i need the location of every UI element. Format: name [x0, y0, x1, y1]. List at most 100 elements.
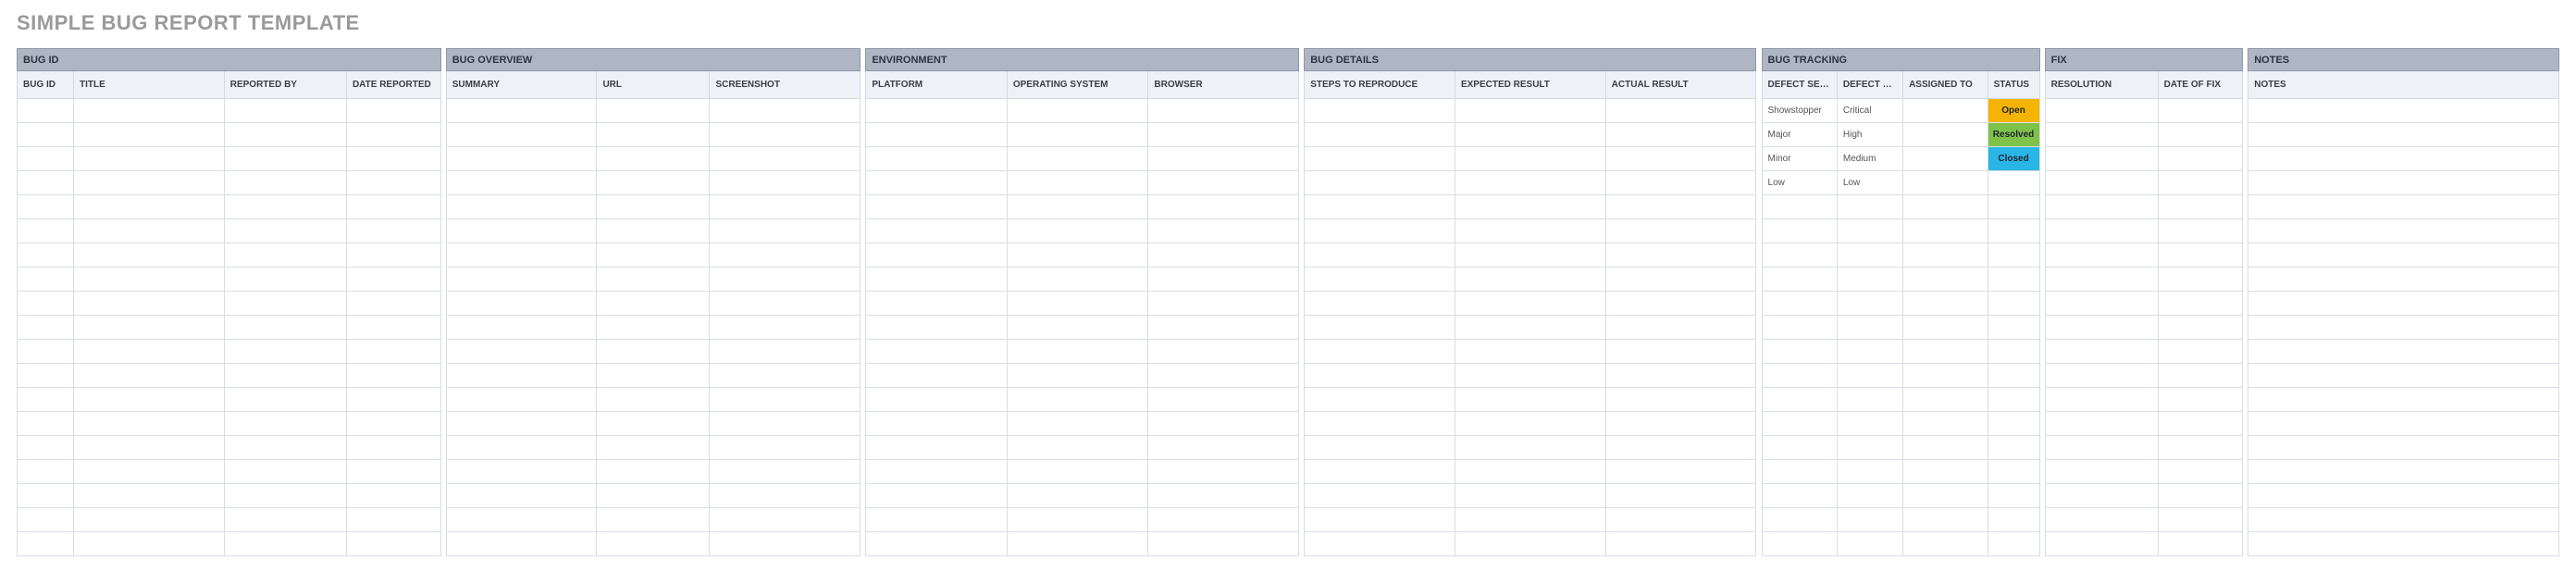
cell-screenshot[interactable] — [710, 243, 861, 268]
cell-steps_to_reproduce[interactable] — [1305, 412, 1455, 436]
cell-browser[interactable] — [1148, 147, 1299, 171]
cell-summary[interactable] — [446, 508, 597, 532]
cell-status[interactable] — [1988, 292, 2039, 316]
cell-status[interactable] — [1988, 436, 2039, 460]
cell-screenshot[interactable] — [710, 171, 861, 195]
cell-bug_id[interactable] — [18, 388, 74, 412]
cell-platform[interactable] — [866, 268, 1008, 292]
cell-defect_severity[interactable] — [1762, 532, 1837, 556]
cell-url[interactable] — [597, 532, 710, 556]
cell-screenshot[interactable] — [710, 484, 861, 508]
cell-actual_result[interactable] — [1605, 460, 1756, 484]
cell-title[interactable] — [74, 412, 225, 436]
cell-status[interactable] — [1988, 171, 2039, 195]
cell-screenshot[interactable] — [710, 219, 861, 243]
table-row[interactable] — [18, 340, 2559, 364]
cell-status[interactable] — [1988, 364, 2039, 388]
cell-operating_system[interactable] — [1007, 147, 1148, 171]
cell-actual_result[interactable] — [1605, 123, 1756, 147]
cell-bug_id[interactable] — [18, 243, 74, 268]
cell-screenshot[interactable] — [710, 364, 861, 388]
cell-screenshot[interactable] — [710, 340, 861, 364]
cell-actual_result[interactable] — [1605, 532, 1756, 556]
cell-reported_by[interactable] — [224, 147, 346, 171]
cell-url[interactable] — [597, 316, 710, 340]
cell-url[interactable] — [597, 147, 710, 171]
cell-date_reported[interactable] — [346, 268, 440, 292]
cell-steps_to_reproduce[interactable] — [1305, 532, 1455, 556]
cell-resolution[interactable] — [2045, 484, 2158, 508]
cell-date_of_fix[interactable] — [2158, 340, 2243, 364]
cell-notes[interactable] — [2248, 532, 2559, 556]
cell-date_reported[interactable] — [346, 123, 440, 147]
cell-platform[interactable] — [866, 532, 1008, 556]
cell-screenshot[interactable] — [710, 123, 861, 147]
cell-resolution[interactable] — [2045, 340, 2158, 364]
cell-title[interactable] — [74, 99, 225, 123]
cell-steps_to_reproduce[interactable] — [1305, 436, 1455, 460]
cell-resolution[interactable] — [2045, 508, 2158, 532]
cell-date_of_fix[interactable] — [2158, 484, 2243, 508]
cell-date_of_fix[interactable] — [2158, 508, 2243, 532]
cell-screenshot[interactable] — [710, 268, 861, 292]
cell-status[interactable] — [1988, 219, 2039, 243]
cell-title[interactable] — [74, 292, 225, 316]
cell-assigned_to[interactable] — [1903, 268, 1988, 292]
cell-reported_by[interactable] — [224, 340, 346, 364]
cell-date_reported[interactable] — [346, 460, 440, 484]
cell-browser[interactable] — [1148, 412, 1299, 436]
cell-defect_priority[interactable] — [1837, 219, 1902, 243]
cell-defect_severity[interactable] — [1762, 243, 1837, 268]
cell-defect_priority[interactable] — [1837, 436, 1902, 460]
cell-steps_to_reproduce[interactable] — [1305, 123, 1455, 147]
cell-title[interactable] — [74, 508, 225, 532]
cell-operating_system[interactable] — [1007, 412, 1148, 436]
cell-steps_to_reproduce[interactable] — [1305, 99, 1455, 123]
table-row[interactable] — [18, 219, 2559, 243]
cell-date_of_fix[interactable] — [2158, 243, 2243, 268]
cell-expected_result[interactable] — [1455, 219, 1605, 243]
cell-steps_to_reproduce[interactable] — [1305, 388, 1455, 412]
cell-title[interactable] — [74, 195, 225, 219]
cell-status[interactable]: Open — [1988, 99, 2039, 123]
cell-defect_priority[interactable]: Low — [1837, 171, 1902, 195]
cell-notes[interactable] — [2248, 388, 2559, 412]
cell-actual_result[interactable] — [1605, 508, 1756, 532]
cell-status[interactable] — [1988, 460, 2039, 484]
cell-notes[interactable] — [2248, 195, 2559, 219]
cell-expected_result[interactable] — [1455, 316, 1605, 340]
cell-title[interactable] — [74, 123, 225, 147]
cell-assigned_to[interactable] — [1903, 171, 1988, 195]
cell-screenshot[interactable] — [710, 99, 861, 123]
cell-bug_id[interactable] — [18, 292, 74, 316]
cell-url[interactable] — [597, 484, 710, 508]
cell-date_of_fix[interactable] — [2158, 219, 2243, 243]
cell-expected_result[interactable] — [1455, 268, 1605, 292]
cell-reported_by[interactable] — [224, 460, 346, 484]
cell-actual_result[interactable] — [1605, 243, 1756, 268]
cell-defect_severity[interactable] — [1762, 292, 1837, 316]
cell-url[interactable] — [597, 219, 710, 243]
cell-platform[interactable] — [866, 147, 1008, 171]
cell-bug_id[interactable] — [18, 340, 74, 364]
cell-expected_result[interactable] — [1455, 171, 1605, 195]
cell-status[interactable] — [1988, 195, 2039, 219]
cell-notes[interactable] — [2248, 171, 2559, 195]
cell-reported_by[interactable] — [224, 195, 346, 219]
cell-platform[interactable] — [866, 171, 1008, 195]
cell-resolution[interactable] — [2045, 364, 2158, 388]
cell-date_of_fix[interactable] — [2158, 99, 2243, 123]
cell-defect_severity[interactable] — [1762, 195, 1837, 219]
cell-bug_id[interactable] — [18, 195, 74, 219]
cell-date_of_fix[interactable] — [2158, 436, 2243, 460]
cell-notes[interactable] — [2248, 219, 2559, 243]
cell-operating_system[interactable] — [1007, 436, 1148, 460]
cell-summary[interactable] — [446, 243, 597, 268]
cell-browser[interactable] — [1148, 292, 1299, 316]
cell-actual_result[interactable] — [1605, 436, 1756, 460]
table-row[interactable] — [18, 195, 2559, 219]
cell-assigned_to[interactable] — [1903, 316, 1988, 340]
cell-title[interactable] — [74, 436, 225, 460]
cell-platform[interactable] — [866, 484, 1008, 508]
cell-url[interactable] — [597, 388, 710, 412]
